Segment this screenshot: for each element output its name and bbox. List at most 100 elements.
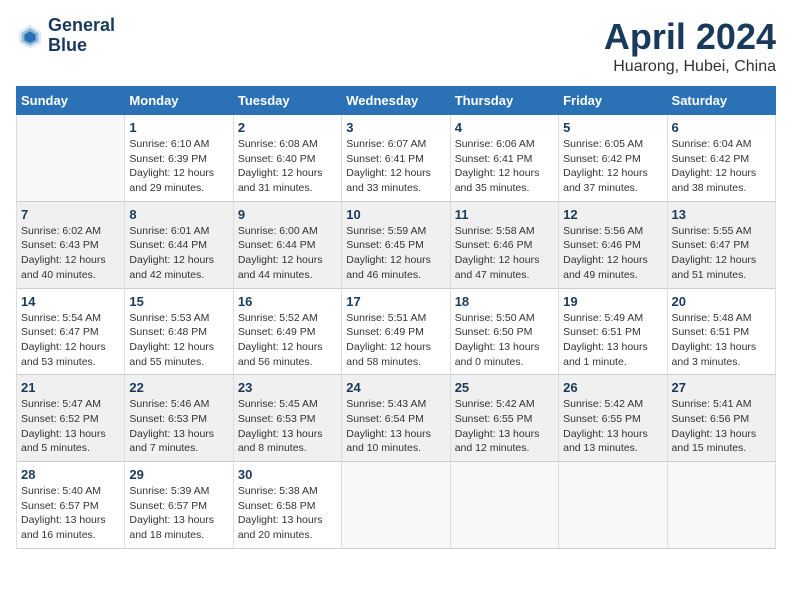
day-number: 26 [563, 380, 662, 395]
day-info: Sunrise: 5:48 AMSunset: 6:51 PMDaylight:… [672, 311, 771, 370]
day-number: 10 [346, 207, 445, 222]
logo-icon [16, 22, 44, 50]
day-info: Sunrise: 6:04 AMSunset: 6:42 PMDaylight:… [672, 137, 771, 196]
calendar-cell [342, 462, 450, 549]
day-info: Sunrise: 6:00 AMSunset: 6:44 PMDaylight:… [238, 224, 337, 283]
weekday-header: Wednesday [342, 87, 450, 115]
day-number: 21 [21, 380, 120, 395]
day-number: 29 [129, 467, 228, 482]
calendar-cell: 9Sunrise: 6:00 AMSunset: 6:44 PMDaylight… [233, 201, 341, 288]
calendar-week-row: 14 Sunrise: 5:54 AMSunset: 6:47 PMDayligh… [17, 288, 776, 375]
day-number: 13 [672, 207, 771, 222]
day-info: Sunrise: 5:45 AMSunset: 6:53 PMDaylight:… [238, 397, 337, 456]
calendar-week-row: 7Sunrise: 6:02 AMSunset: 6:43 PMDaylight… [17, 201, 776, 288]
header: General Blue April 2024 Huarong, Hubei, … [16, 16, 776, 76]
day-info: Sunrise: 6:05 AMSunset: 6:42 PMDaylight:… [563, 137, 662, 196]
calendar-body: 1 Sunrise: 6:10 AMSunset: 6:39 PMDaylight… [17, 115, 776, 549]
calendar-week-row: 1 Sunrise: 6:10 AMSunset: 6:39 PMDaylight… [17, 115, 776, 202]
day-info: Sunrise: 6:10 AMSunset: 6:39 PMDaylight:… [129, 137, 228, 196]
day-number: 5 [563, 120, 662, 135]
calendar-cell: 14 Sunrise: 5:54 AMSunset: 6:47 PMDayligh… [17, 288, 125, 375]
calendar-cell: 2Sunrise: 6:08 AMSunset: 6:40 PMDaylight… [233, 115, 341, 202]
calendar-cell: 6 Sunrise: 6:04 AMSunset: 6:42 PMDaylight… [667, 115, 775, 202]
calendar-cell: 7Sunrise: 6:02 AMSunset: 6:43 PMDaylight… [17, 201, 125, 288]
calendar-cell [667, 462, 775, 549]
calendar-cell: 29 Sunrise: 5:39 AMSunset: 6:57 PMDayligh… [125, 462, 233, 549]
day-info: Sunrise: 5:58 AMSunset: 6:46 PMDaylight:… [455, 224, 554, 283]
calendar-cell: 3 Sunrise: 6:07 AMSunset: 6:41 PMDaylight… [342, 115, 450, 202]
calendar-cell: 15 Sunrise: 5:53 AMSunset: 6:48 PMDayligh… [125, 288, 233, 375]
day-number: 3 [346, 120, 445, 135]
day-number: 25 [455, 380, 554, 395]
day-info: Sunrise: 6:01 AMSunset: 6:44 PMDaylight:… [129, 224, 228, 283]
day-info: Sunrise: 5:51 AMSunset: 6:49 PMDaylight:… [346, 311, 445, 370]
day-info: Sunrise: 5:52 AMSunset: 6:49 PMDaylight:… [238, 311, 337, 370]
day-number: 28 [21, 467, 120, 482]
day-info: Sunrise: 5:49 AMSunset: 6:51 PMDaylight:… [563, 311, 662, 370]
day-number: 14 [21, 294, 120, 309]
calendar-cell: 10 Sunrise: 5:59 AMSunset: 6:45 PMDayligh… [342, 201, 450, 288]
calendar-cell: 21 Sunrise: 5:47 AMSunset: 6:52 PMDayligh… [17, 375, 125, 462]
day-number: 23 [238, 380, 337, 395]
day-info: Sunrise: 5:59 AMSunset: 6:45 PMDaylight:… [346, 224, 445, 283]
day-number: 20 [672, 294, 771, 309]
calendar-cell: 24Sunrise: 5:43 AMSunset: 6:54 PMDayligh… [342, 375, 450, 462]
weekday-header: Thursday [450, 87, 558, 115]
day-number: 22 [129, 380, 228, 395]
day-number: 7 [21, 207, 120, 222]
day-info: Sunrise: 5:53 AMSunset: 6:48 PMDaylight:… [129, 311, 228, 370]
day-number: 30 [238, 467, 337, 482]
title-block: April 2024 Huarong, Hubei, China [604, 16, 776, 76]
calendar-cell: 27 Sunrise: 5:41 AMSunset: 6:56 PMDayligh… [667, 375, 775, 462]
day-info: Sunrise: 6:08 AMSunset: 6:40 PMDaylight:… [238, 137, 337, 196]
weekday-header: Friday [559, 87, 667, 115]
day-info: Sunrise: 6:07 AMSunset: 6:41 PMDaylight:… [346, 137, 445, 196]
calendar-cell: 12Sunrise: 5:56 AMSunset: 6:46 PMDayligh… [559, 201, 667, 288]
calendar-cell: 20 Sunrise: 5:48 AMSunset: 6:51 PMDayligh… [667, 288, 775, 375]
weekday-header: Tuesday [233, 87, 341, 115]
logo: General Blue [16, 16, 115, 56]
day-number: 17 [346, 294, 445, 309]
day-info: Sunrise: 5:54 AMSunset: 6:47 PMDaylight:… [21, 311, 120, 370]
calendar-cell [559, 462, 667, 549]
day-info: Sunrise: 5:42 AMSunset: 6:55 PMDaylight:… [455, 397, 554, 456]
calendar-subtitle: Huarong, Hubei, China [604, 58, 776, 76]
calendar-cell: 28Sunrise: 5:40 AMSunset: 6:57 PMDayligh… [17, 462, 125, 549]
day-info: Sunrise: 5:46 AMSunset: 6:53 PMDaylight:… [129, 397, 228, 456]
calendar-cell: 22 Sunrise: 5:46 AMSunset: 6:53 PMDayligh… [125, 375, 233, 462]
day-number: 1 [129, 120, 228, 135]
day-number: 16 [238, 294, 337, 309]
day-number: 4 [455, 120, 554, 135]
weekday-header: Monday [125, 87, 233, 115]
calendar-week-row: 21 Sunrise: 5:47 AMSunset: 6:52 PMDayligh… [17, 375, 776, 462]
calendar-header-row: SundayMondayTuesdayWednesdayThursdayFrid… [17, 87, 776, 115]
calendar-cell: 13 Sunrise: 5:55 AMSunset: 6:47 PMDayligh… [667, 201, 775, 288]
day-number: 11 [455, 207, 554, 222]
day-info: Sunrise: 5:55 AMSunset: 6:47 PMDaylight:… [672, 224, 771, 283]
day-number: 15 [129, 294, 228, 309]
calendar-title: April 2024 [604, 16, 776, 58]
calendar-cell: 25 Sunrise: 5:42 AMSunset: 6:55 PMDayligh… [450, 375, 558, 462]
calendar-cell: 19Sunrise: 5:49 AMSunset: 6:51 PMDayligh… [559, 288, 667, 375]
calendar-cell: 4Sunrise: 6:06 AMSunset: 6:41 PMDaylight… [450, 115, 558, 202]
day-number: 6 [672, 120, 771, 135]
day-info: Sunrise: 5:41 AMSunset: 6:56 PMDaylight:… [672, 397, 771, 456]
day-number: 12 [563, 207, 662, 222]
calendar-table: SundayMondayTuesdayWednesdayThursdayFrid… [16, 86, 776, 549]
calendar-cell: 30 Sunrise: 5:38 AMSunset: 6:58 PMDayligh… [233, 462, 341, 549]
calendar-week-row: 28Sunrise: 5:40 AMSunset: 6:57 PMDayligh… [17, 462, 776, 549]
calendar-cell [17, 115, 125, 202]
day-number: 24 [346, 380, 445, 395]
calendar-cell: 17 Sunrise: 5:51 AMSunset: 6:49 PMDayligh… [342, 288, 450, 375]
day-info: Sunrise: 5:38 AMSunset: 6:58 PMDaylight:… [238, 484, 337, 543]
day-info: Sunrise: 5:39 AMSunset: 6:57 PMDaylight:… [129, 484, 228, 543]
calendar-cell: 16 Sunrise: 5:52 AMSunset: 6:49 PMDayligh… [233, 288, 341, 375]
day-info: Sunrise: 5:42 AMSunset: 6:55 PMDaylight:… [563, 397, 662, 456]
day-number: 27 [672, 380, 771, 395]
calendar-cell: 11 Sunrise: 5:58 AMSunset: 6:46 PMDayligh… [450, 201, 558, 288]
calendar-cell: 5 Sunrise: 6:05 AMSunset: 6:42 PMDaylight… [559, 115, 667, 202]
day-info: Sunrise: 5:47 AMSunset: 6:52 PMDaylight:… [21, 397, 120, 456]
calendar-cell: 26 Sunrise: 5:42 AMSunset: 6:55 PMDayligh… [559, 375, 667, 462]
calendar-cell: 18Sunrise: 5:50 AMSunset: 6:50 PMDayligh… [450, 288, 558, 375]
day-info: Sunrise: 5:50 AMSunset: 6:50 PMDaylight:… [455, 311, 554, 370]
